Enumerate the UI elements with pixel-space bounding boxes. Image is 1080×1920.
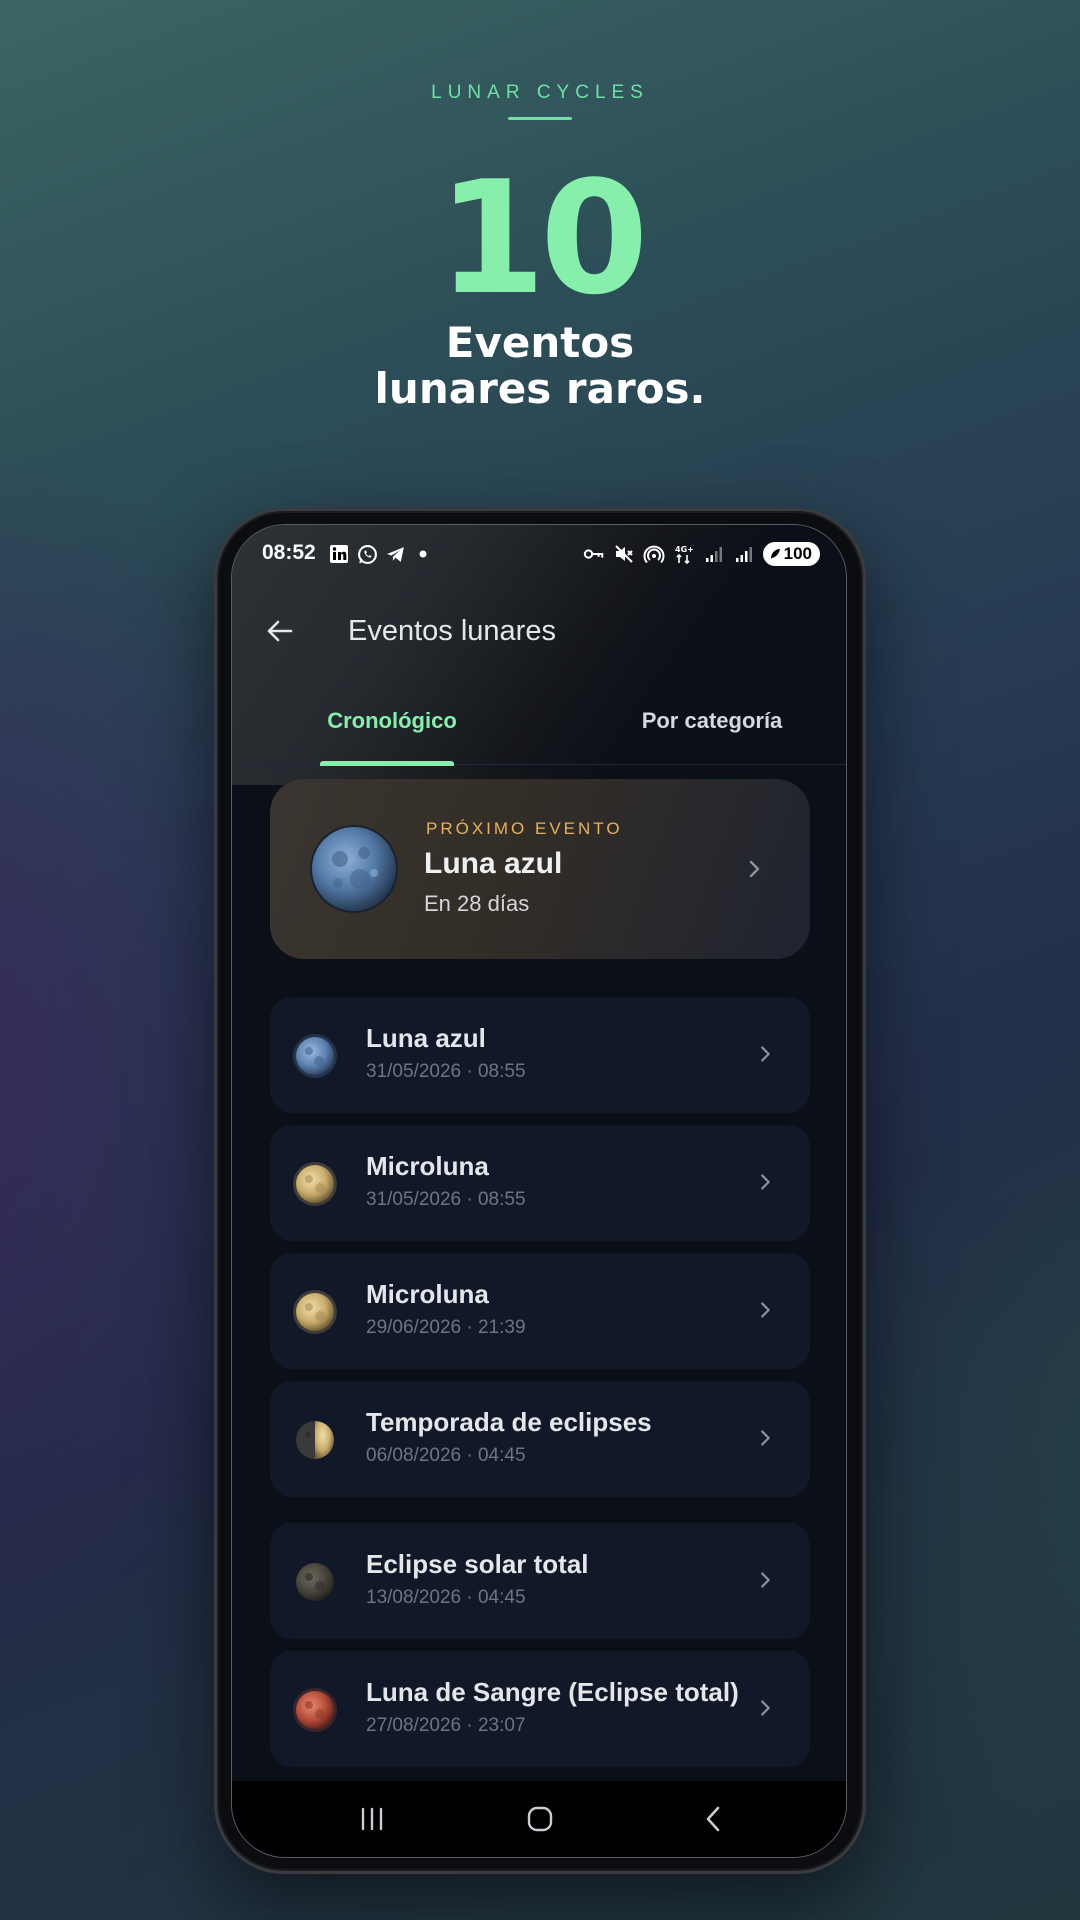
next-event-kicker: PRÓXIMO EVENTO bbox=[426, 819, 623, 838]
svg-text:4G+: 4G+ bbox=[675, 545, 694, 554]
status-bar: 08:52 4G+ 100 bbox=[232, 525, 846, 587]
next-event-title: Luna azul bbox=[424, 847, 563, 880]
golden-moon-icon bbox=[293, 1162, 337, 1206]
promo-kicker-underline bbox=[508, 117, 572, 120]
app-bar: Eventos lunares bbox=[232, 587, 846, 677]
event-name: Temporada de eclipses bbox=[366, 1407, 652, 1437]
promo-kicker: LUNAR CYCLES bbox=[431, 82, 649, 103]
promo-title-line1: Eventos bbox=[445, 318, 635, 367]
back-icon bbox=[706, 1806, 720, 1832]
promo-number: 10 bbox=[437, 147, 648, 329]
event-date: 31/05/2026 · 08:55 bbox=[366, 1189, 526, 1210]
next-event-card[interactable]: PRÓXIMO EVENTO Luna azul En 28 días bbox=[270, 779, 810, 959]
chevron-right-icon bbox=[761, 1174, 770, 1190]
vpn-key-icon bbox=[583, 543, 605, 565]
golden-moon-icon bbox=[293, 1290, 337, 1334]
promo-title-line2: lunares raros. bbox=[374, 364, 706, 413]
event-item[interactable]: Luna azul 31/05/2026 · 08:55 bbox=[270, 997, 810, 1113]
system-nav-bar bbox=[232, 1781, 846, 1857]
battery-level: 100 bbox=[783, 544, 812, 563]
event-date: 06/08/2026 · 04:45 bbox=[366, 1445, 526, 1466]
dark-moon-icon bbox=[296, 1563, 334, 1601]
chevron-right-icon bbox=[761, 1572, 770, 1588]
event-name: Luna de Sangre (Eclipse total) bbox=[366, 1677, 739, 1707]
linkedin-icon bbox=[328, 543, 350, 565]
blood-moon-icon bbox=[293, 1688, 337, 1732]
telegram-icon bbox=[384, 543, 406, 565]
status-right-icons: 4G+ 100 bbox=[583, 542, 820, 566]
tab-bar: Cronológico Por categoría bbox=[232, 677, 846, 766]
event-item[interactable]: Eclipse solar total 13/08/2026 · 04:45 bbox=[270, 1523, 810, 1639]
event-item[interactable]: Microluna 31/05/2026 · 08:55 bbox=[270, 1125, 810, 1241]
event-date: 29/06/2026 · 21:39 bbox=[366, 1317, 526, 1338]
chevron-right-icon bbox=[761, 1430, 770, 1446]
event-name: Microluna bbox=[366, 1279, 489, 1309]
chevron-right-icon bbox=[761, 1302, 770, 1318]
tab-por-categoria[interactable]: Por categoría bbox=[612, 677, 812, 765]
recents-button[interactable] bbox=[342, 1799, 402, 1839]
hotspot-icon bbox=[643, 543, 665, 565]
battery-icon: 100 bbox=[762, 542, 820, 566]
signal-icon bbox=[733, 543, 755, 565]
event-name: Eclipse solar total bbox=[366, 1549, 589, 1579]
event-name: Microluna bbox=[366, 1151, 489, 1181]
arrow-left-icon bbox=[267, 620, 293, 642]
4g-icon: 4G+ bbox=[673, 543, 695, 565]
signal-icon bbox=[703, 543, 725, 565]
mute-icon bbox=[613, 543, 635, 565]
back-button[interactable] bbox=[258, 609, 302, 653]
promo-title: Eventos lunares raros. bbox=[0, 320, 1080, 412]
chevron-right-icon bbox=[761, 1700, 770, 1716]
tab-cronologico[interactable]: Cronológico bbox=[302, 677, 482, 765]
tab-indicator bbox=[320, 761, 454, 766]
chevron-right-icon bbox=[761, 1046, 770, 1062]
status-time: 08:52 bbox=[262, 541, 316, 564]
event-item[interactable]: Luna de Sangre (Eclipse total) 27/08/202… bbox=[270, 1651, 810, 1767]
event-date: 27/08/2026 · 23:07 bbox=[366, 1715, 526, 1736]
whatsapp-icon bbox=[356, 543, 378, 565]
next-event-countdown: En 28 días bbox=[424, 891, 530, 916]
status-left-icons bbox=[328, 543, 434, 565]
recents-icon bbox=[361, 1807, 383, 1831]
event-date: 31/05/2026 · 08:55 bbox=[366, 1061, 526, 1082]
page-title: Eventos lunares bbox=[348, 615, 556, 647]
event-item[interactable]: Microluna 29/06/2026 · 21:39 bbox=[270, 1253, 810, 1369]
chevron-right-icon bbox=[749, 860, 760, 878]
phone-screen: 08:52 4G+ 100 Eventos lunares Cronológic… bbox=[231, 524, 847, 1858]
event-name: Luna azul bbox=[366, 1023, 486, 1053]
nav-back-button[interactable] bbox=[684, 1799, 744, 1839]
half-moon-icon bbox=[296, 1421, 334, 1459]
event-date: 13/08/2026 · 04:45 bbox=[366, 1587, 526, 1608]
blue-moon-icon bbox=[310, 825, 398, 913]
event-item[interactable]: Temporada de eclipses 06/08/2026 · 04:45 bbox=[270, 1381, 810, 1497]
home-button[interactable] bbox=[510, 1799, 570, 1839]
blue-moon-icon bbox=[293, 1034, 337, 1078]
home-icon bbox=[527, 1806, 553, 1832]
dot-icon bbox=[412, 543, 434, 565]
